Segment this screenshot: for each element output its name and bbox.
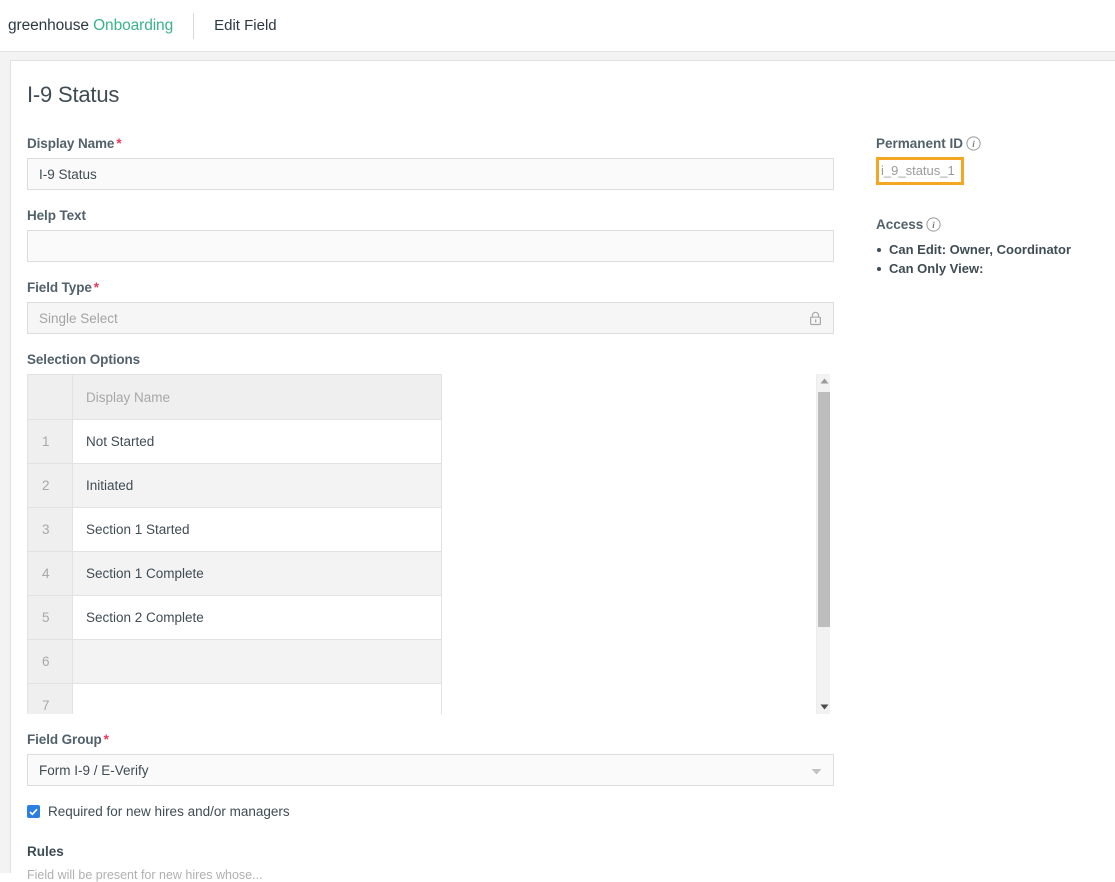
permanent-id-label: Permanent ID i xyxy=(876,136,1096,151)
display-name-label-text: Display Name xyxy=(27,136,115,151)
lock-icon xyxy=(809,311,822,326)
selection-options-label: Selection Options xyxy=(27,352,141,367)
table-header: Display Name xyxy=(27,374,442,420)
display-name-input[interactable]: I-9 Status xyxy=(27,158,834,190)
required-asterisk: * xyxy=(116,136,122,151)
access-list: Can Edit: Owner, Coordinator Can Only Vi… xyxy=(876,242,1096,276)
selection-options-table: Display Name 1 Not Started 2 Initiated 3… xyxy=(27,374,442,714)
brand-secondary-text: Onboarding xyxy=(93,16,174,34)
svg-text:i: i xyxy=(972,139,975,149)
row-index: 1 xyxy=(27,419,73,464)
row-display-name[interactable] xyxy=(72,683,442,714)
row-display-name[interactable] xyxy=(72,639,442,684)
field-type-value: Single Select xyxy=(39,310,118,326)
info-icon[interactable]: i xyxy=(966,136,981,151)
form-left-column: Display Name * I-9 Status Help Text Field… xyxy=(27,136,834,882)
chevron-down-icon xyxy=(811,763,822,778)
list-item: Can Edit: Owner, Coordinator xyxy=(876,242,1096,257)
header-divider xyxy=(193,12,195,39)
column-header-index xyxy=(27,374,73,420)
row-display-name[interactable]: Section 2 Complete xyxy=(72,595,442,640)
info-icon[interactable]: i xyxy=(926,217,941,232)
breadcrumb: Edit Field xyxy=(214,17,277,34)
access-label: Access i xyxy=(876,217,1096,232)
permanent-id-label-text: Permanent ID xyxy=(876,136,964,151)
row-display-name[interactable]: Section 1 Complete xyxy=(72,551,442,596)
vertical-scrollbar[interactable] xyxy=(816,374,830,714)
table-row[interactable]: 1 Not Started xyxy=(27,419,442,464)
rules-description: Field will be present for new hires whos… xyxy=(27,868,263,882)
field-group-label: Field Group * xyxy=(27,732,834,747)
field-type-label-text: Field Type xyxy=(27,280,92,295)
top-navigation-bar: greenhouse Onboarding Edit Field xyxy=(0,0,1115,52)
field-type-label: Field Type * xyxy=(27,280,834,295)
row-index: 5 xyxy=(27,595,73,640)
help-text-label: Help Text xyxy=(27,208,86,223)
table-header-row: Display Name xyxy=(27,374,442,420)
field-group-select[interactable]: Form I-9 / E-Verify xyxy=(27,754,834,786)
field-type-input: Single Select xyxy=(27,302,834,334)
required-asterisk: * xyxy=(103,732,109,747)
table-body: 1 Not Started 2 Initiated 3 Section 1 St… xyxy=(27,419,442,714)
permanent-id-block: Permanent ID i i_9_status_1 xyxy=(876,136,1096,185)
caret-down-icon[interactable] xyxy=(817,700,831,714)
row-index: 7 xyxy=(27,683,73,714)
selection-options-block: Selection Options Display Name 1 Not Sta… xyxy=(27,352,834,714)
caret-up-icon[interactable] xyxy=(817,374,831,388)
table-row[interactable]: 7 xyxy=(27,683,442,714)
scrollbar-thumb[interactable] xyxy=(818,392,830,627)
access-block: Access i Can Edit: Owner, Coordinator Ca… xyxy=(876,217,1096,276)
table-row[interactable]: 4 Section 1 Complete xyxy=(27,551,442,596)
page-title: I-9 Status xyxy=(27,82,120,107)
field-type-block: Field Type * Single Select xyxy=(27,280,834,334)
table-row[interactable]: 2 Initiated xyxy=(27,463,442,508)
permanent-id-highlight: i_9_status_1 xyxy=(876,157,964,185)
form-right-column: Permanent ID i i_9_status_1 Access i Can… xyxy=(876,136,1096,280)
rules-heading: Rules xyxy=(27,844,64,859)
required-checkbox-label: Required for new hires and/or managers xyxy=(48,804,290,819)
required-checkbox[interactable] xyxy=(27,805,40,818)
display-name-label: Display Name * xyxy=(27,136,834,151)
svg-text:i: i xyxy=(933,220,936,230)
greenhouse-logo[interactable]: greenhouse Onboarding xyxy=(8,17,173,35)
access-label-text: Access xyxy=(876,217,924,232)
row-display-name[interactable]: Section 1 Started xyxy=(72,507,442,552)
selection-options-scroll-area[interactable]: Display Name 1 Not Started 2 Initiated 3… xyxy=(27,374,834,714)
field-group-block: Field Group * Form I-9 / E-Verify xyxy=(27,732,834,786)
table-row[interactable]: 5 Section 2 Complete xyxy=(27,595,442,640)
permanent-id-value[interactable]: i_9_status_1 xyxy=(879,160,961,182)
row-index: 6 xyxy=(27,639,73,684)
field-group-label-text: Field Group xyxy=(27,732,102,747)
row-display-name[interactable]: Initiated xyxy=(72,463,442,508)
field-group-value: Form I-9 / E-Verify xyxy=(39,762,149,778)
table-row[interactable]: 3 Section 1 Started xyxy=(27,507,442,552)
table-row[interactable]: 6 xyxy=(27,639,442,684)
row-index: 4 xyxy=(27,551,73,596)
row-index: 2 xyxy=(27,463,73,508)
help-text-input[interactable] xyxy=(27,230,834,262)
required-checkbox-row[interactable]: Required for new hires and/or managers xyxy=(27,804,834,819)
column-header-display-name: Display Name xyxy=(72,374,442,420)
list-item: Can Only View: xyxy=(876,261,1096,276)
brand-primary-text: greenhouse xyxy=(8,16,89,34)
row-display-name[interactable]: Not Started xyxy=(72,419,442,464)
required-asterisk: * xyxy=(93,280,99,295)
display-name-block: Display Name * I-9 Status xyxy=(27,136,834,190)
help-text-block: Help Text xyxy=(27,208,834,262)
row-index: 3 xyxy=(27,507,73,552)
